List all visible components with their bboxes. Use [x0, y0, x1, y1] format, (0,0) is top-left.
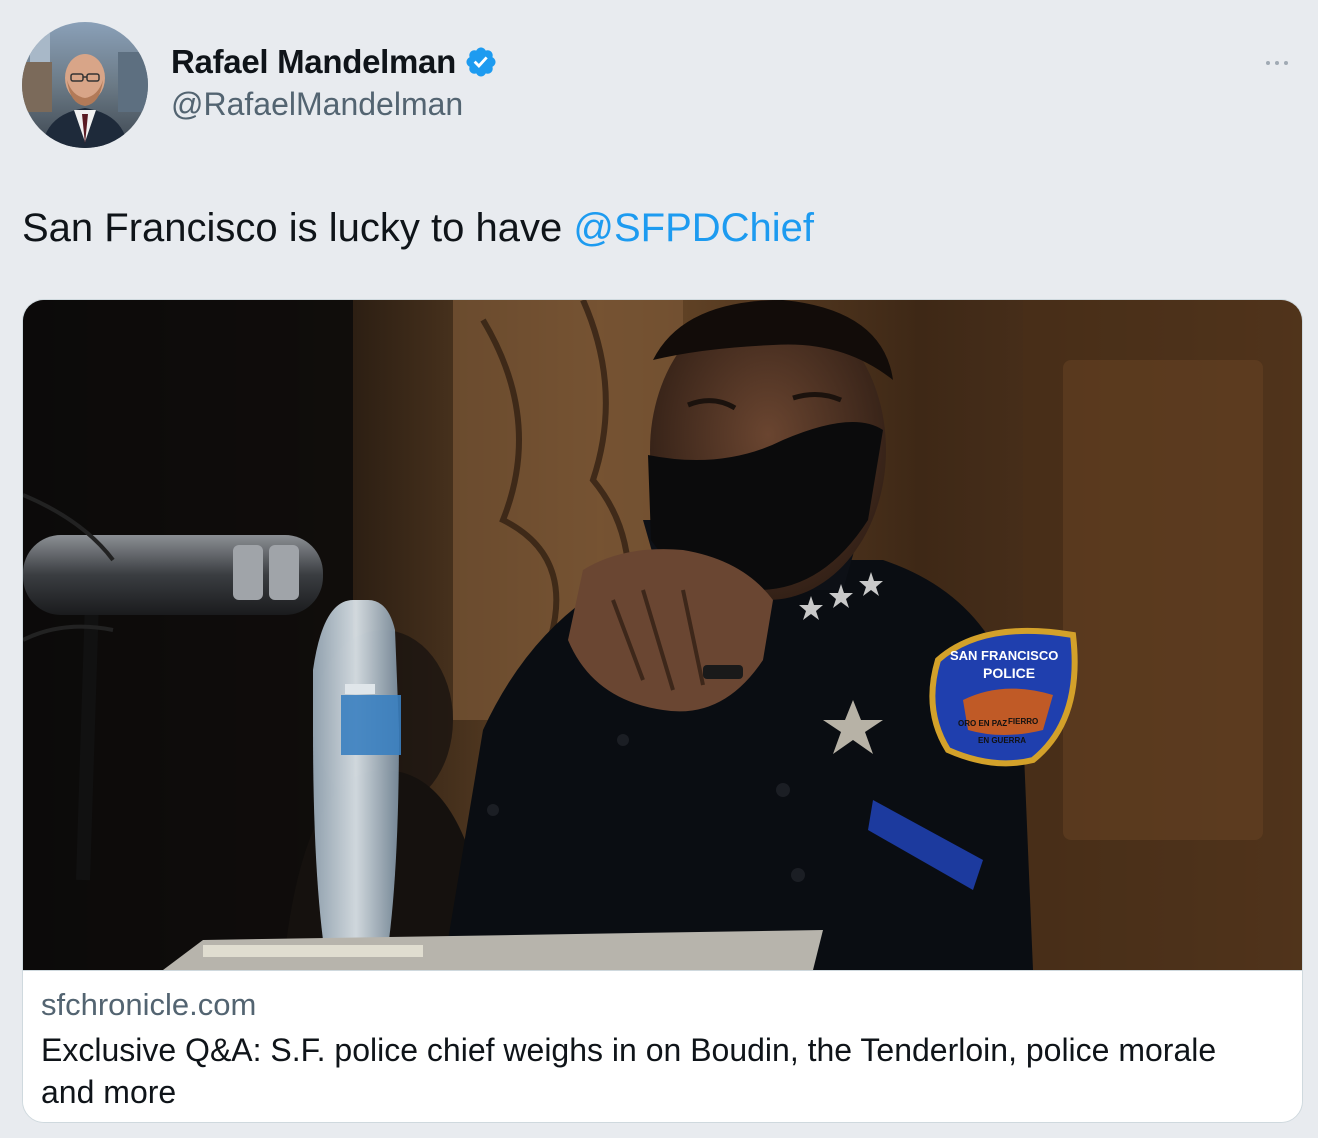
tweet-text-body: San Francisco is lucky to have [22, 206, 574, 250]
author-handle[interactable]: @RafaelMandelman [171, 86, 463, 123]
patch-text-police: POLICE [983, 665, 1035, 681]
patch-text-motto-3: EN GUERRA [978, 736, 1026, 745]
verified-badge-icon [466, 47, 496, 77]
link-card[interactable]: SAN FRANCISCO POLICE ORO EN PAZ FIERRO E… [22, 299, 1303, 1123]
author-display-name[interactable]: Rafael Mandelman [171, 43, 456, 81]
more-options-button[interactable] [1262, 48, 1292, 78]
patch-text-motto-2: FIERRO [1008, 717, 1038, 726]
more-horizontal-icon [1266, 61, 1288, 65]
patch-text-motto-1: ORO EN PAZ [958, 719, 1007, 728]
mention-link[interactable]: @SFPDChief [573, 206, 814, 250]
police-patch: SAN FRANCISCO POLICE ORO EN PAZ FIERRO E… [929, 627, 1078, 767]
avatar-photo [22, 22, 148, 148]
tweet-text: San Francisco is lucky to have @SFPDChie… [22, 206, 814, 251]
card-domain: sfchronicle.com [41, 987, 257, 1022]
card-info: sfchronicle.com Exclusive Q&A: S.F. poli… [23, 970, 1302, 1122]
tweet[interactable]: Rafael Mandelman @RafaelMandelman San Fr… [0, 0, 1318, 1138]
card-image: SAN FRANCISCO POLICE ORO EN PAZ FIERRO E… [23, 300, 1302, 970]
patch-text-sf: SAN FRANCISCO [950, 648, 1058, 663]
avatar[interactable] [22, 22, 148, 148]
author-name-row: Rafael Mandelman [171, 40, 498, 84]
card-title[interactable]: Exclusive Q&A: S.F. police chief weighs … [41, 1029, 1271, 1113]
